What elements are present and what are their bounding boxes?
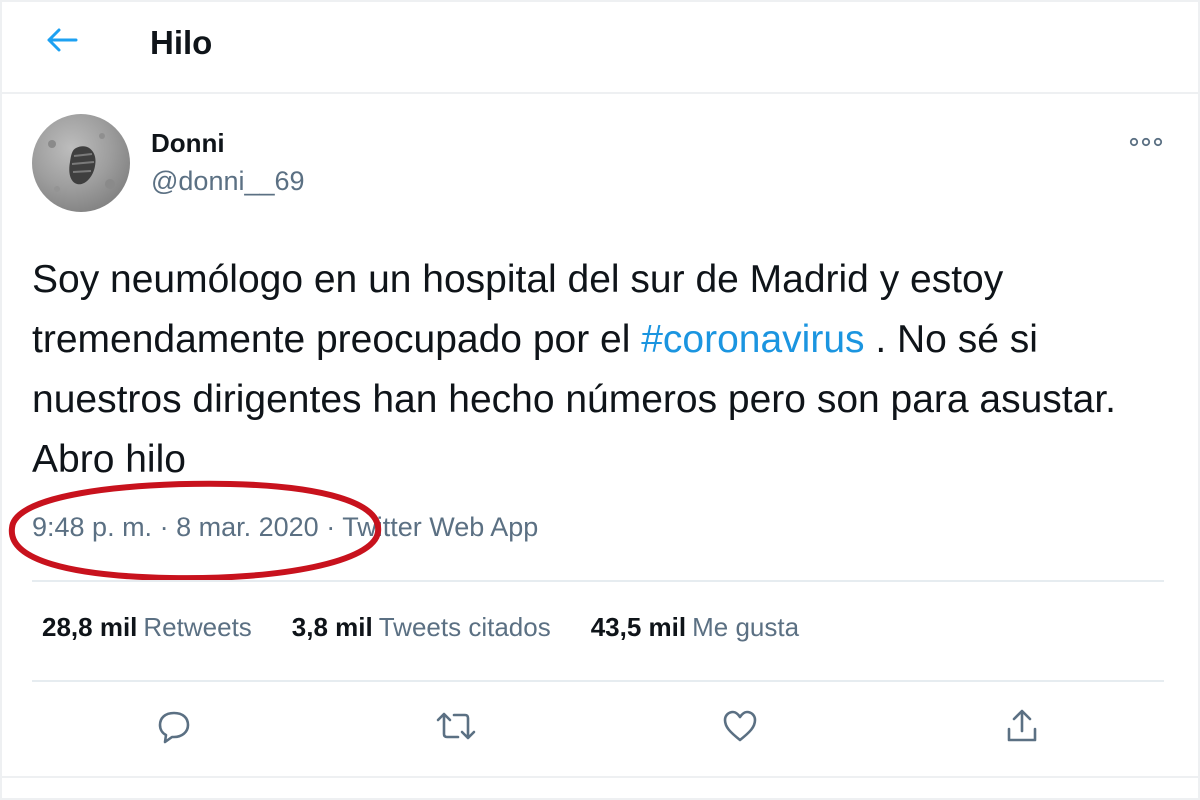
stat-retweets[interactable]: 28,8 mil Retweets [42, 612, 252, 643]
tweet-stats: 28,8 mil Retweets 3,8 mil Tweets citados 4… [42, 612, 799, 643]
retweet-icon [436, 712, 476, 740]
tweet-source[interactable]: Twitter Web App [342, 512, 538, 542]
stat-value: 3,8 mil [291, 612, 373, 642]
divider [32, 680, 1164, 682]
page-title: Hilo [150, 24, 213, 61]
tweet-actions [0, 700, 1200, 760]
meta-separator: · [326, 512, 336, 542]
author-handle[interactable]: @donni__69 [151, 166, 305, 197]
tweet-date[interactable]: 8 mar. 2020 [176, 512, 319, 542]
divider [0, 776, 1200, 778]
reply-icon [158, 711, 190, 744]
divider [32, 580, 1164, 582]
stat-likes[interactable]: 43,5 mil Me gusta [591, 612, 799, 643]
tweet-meta: 9:48 p. m. · 8 mar. 2020 · Twitter Web A… [32, 512, 538, 543]
back-button[interactable] [38, 20, 86, 60]
like-icon [723, 710, 757, 742]
stat-label: Me gusta [692, 612, 800, 642]
arrow-left-icon [47, 28, 78, 52]
more-options-button[interactable] [1124, 124, 1168, 160]
share-button[interactable] [996, 700, 1048, 752]
author-display-name[interactable]: Donni [151, 128, 225, 159]
avatar-image [48, 133, 115, 192]
stat-label: Retweets [143, 612, 252, 642]
hashtag-link[interactable]: #coronavirus [641, 318, 864, 361]
like-button[interactable] [714, 700, 766, 752]
stat-value: 43,5 mil [590, 612, 687, 642]
meta-separator: · [159, 512, 169, 542]
retweet-button[interactable] [430, 700, 482, 752]
avatar[interactable] [32, 114, 130, 212]
tweet-time[interactable]: 9:48 p. m. [32, 512, 152, 542]
tweet-text: Soy neumólogo en un hospital del sur de … [32, 250, 1172, 490]
reply-button[interactable] [148, 700, 200, 752]
stat-value: 28,8 mil [42, 612, 138, 642]
more-horizontal-icon [1129, 137, 1163, 147]
thread-header: Hilo [0, 0, 1200, 94]
stat-label: Tweets citados [378, 612, 551, 642]
share-icon [1007, 709, 1037, 742]
stat-quote-tweets[interactable]: 3,8 mil Tweets citados [292, 612, 551, 643]
